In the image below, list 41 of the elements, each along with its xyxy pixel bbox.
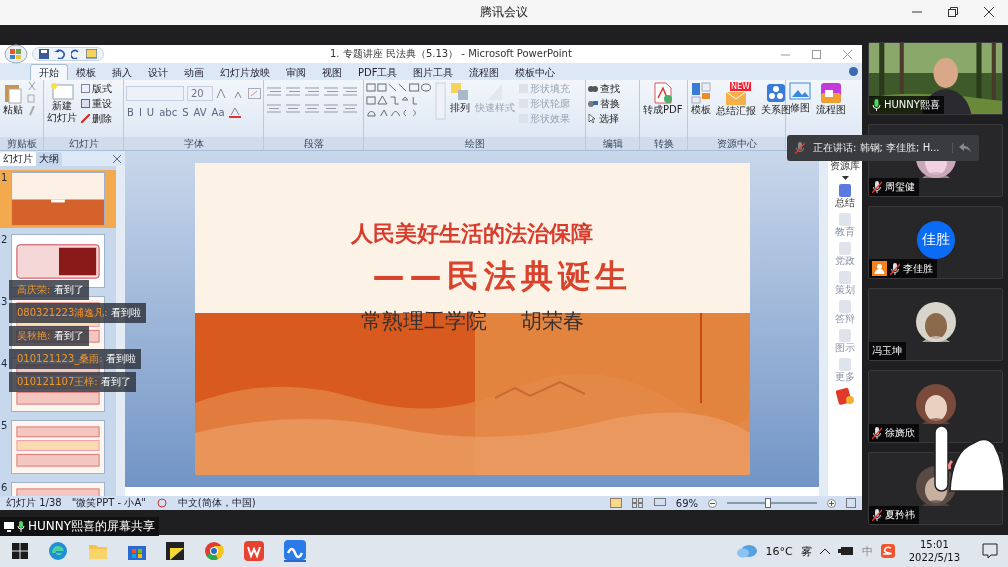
- participant-name: 冯玉坤: [872, 344, 902, 358]
- group-label: 段落: [264, 137, 363, 150]
- slide-number: 3: [1, 296, 9, 307]
- author-name: 胡荣春: [520, 308, 584, 335]
- slide-number: 4: [1, 358, 9, 369]
- chat-toast: 080321223浦逸凡: 看到啦: [9, 303, 146, 323]
- slide-number: 1: [1, 172, 9, 183]
- participant-name: 徐旖欣: [885, 426, 915, 440]
- chat-toast: 010121107王梓: 看到了: [9, 372, 136, 392]
- slide-number: 2: [1, 234, 9, 245]
- participant-name: 李佳胜: [903, 261, 933, 276]
- avatar: 佳胜: [916, 220, 955, 259]
- group-label: 剪贴板: [0, 137, 43, 150]
- language-status: 中文(简体，中国): [177, 496, 256, 510]
- chat-toast: 010121123_桑雨: 看到啦: [9, 349, 141, 369]
- weather-text: 雾: [800, 543, 812, 559]
- slide-subtitle: ——民法典诞生: [372, 256, 632, 297]
- participant-name: HUNNY熙喜: [884, 98, 940, 112]
- temperature: 16°C: [765, 544, 793, 558]
- chat-toast: 高庆荣: 看到了: [9, 280, 89, 300]
- group-label: 转换: [640, 137, 687, 150]
- chat-toast: 吴秋艳: 看到了: [9, 326, 89, 346]
- group-label: 资源中心: [688, 137, 785, 150]
- new-badge: NEW: [730, 82, 751, 91]
- slide-number: 6: [1, 482, 9, 493]
- zoom-level: 69%: [675, 497, 698, 509]
- group-label: 幻灯片: [44, 137, 123, 150]
- group-label: 编辑: [586, 137, 639, 150]
- app-title: 腾讯会议: [480, 4, 528, 21]
- school-name: 常熟理工学院: [360, 308, 487, 335]
- share-label: HUNNY熙喜的屏幕共享: [28, 518, 156, 535]
- theme-name: "微笑PPT - 小A": [71, 496, 146, 510]
- speaking-text: 正在讲话: 韩钢; 李佳胜; H...: [813, 141, 941, 155]
- slide-number: 5: [1, 420, 9, 431]
- participant-name: 周玺健: [885, 180, 915, 194]
- group-label: 绘图: [364, 137, 585, 150]
- participant-name: 夏矜祎: [885, 508, 915, 522]
- slide-counter: 幻灯片 1/38: [6, 496, 62, 510]
- slide-title: 人民美好生活的法治保障: [351, 220, 593, 248]
- group-label: 字体: [124, 137, 263, 150]
- window-title: 1. 专题讲座 民法典（5.13） - Microsoft PowerPoint: [330, 47, 572, 61]
